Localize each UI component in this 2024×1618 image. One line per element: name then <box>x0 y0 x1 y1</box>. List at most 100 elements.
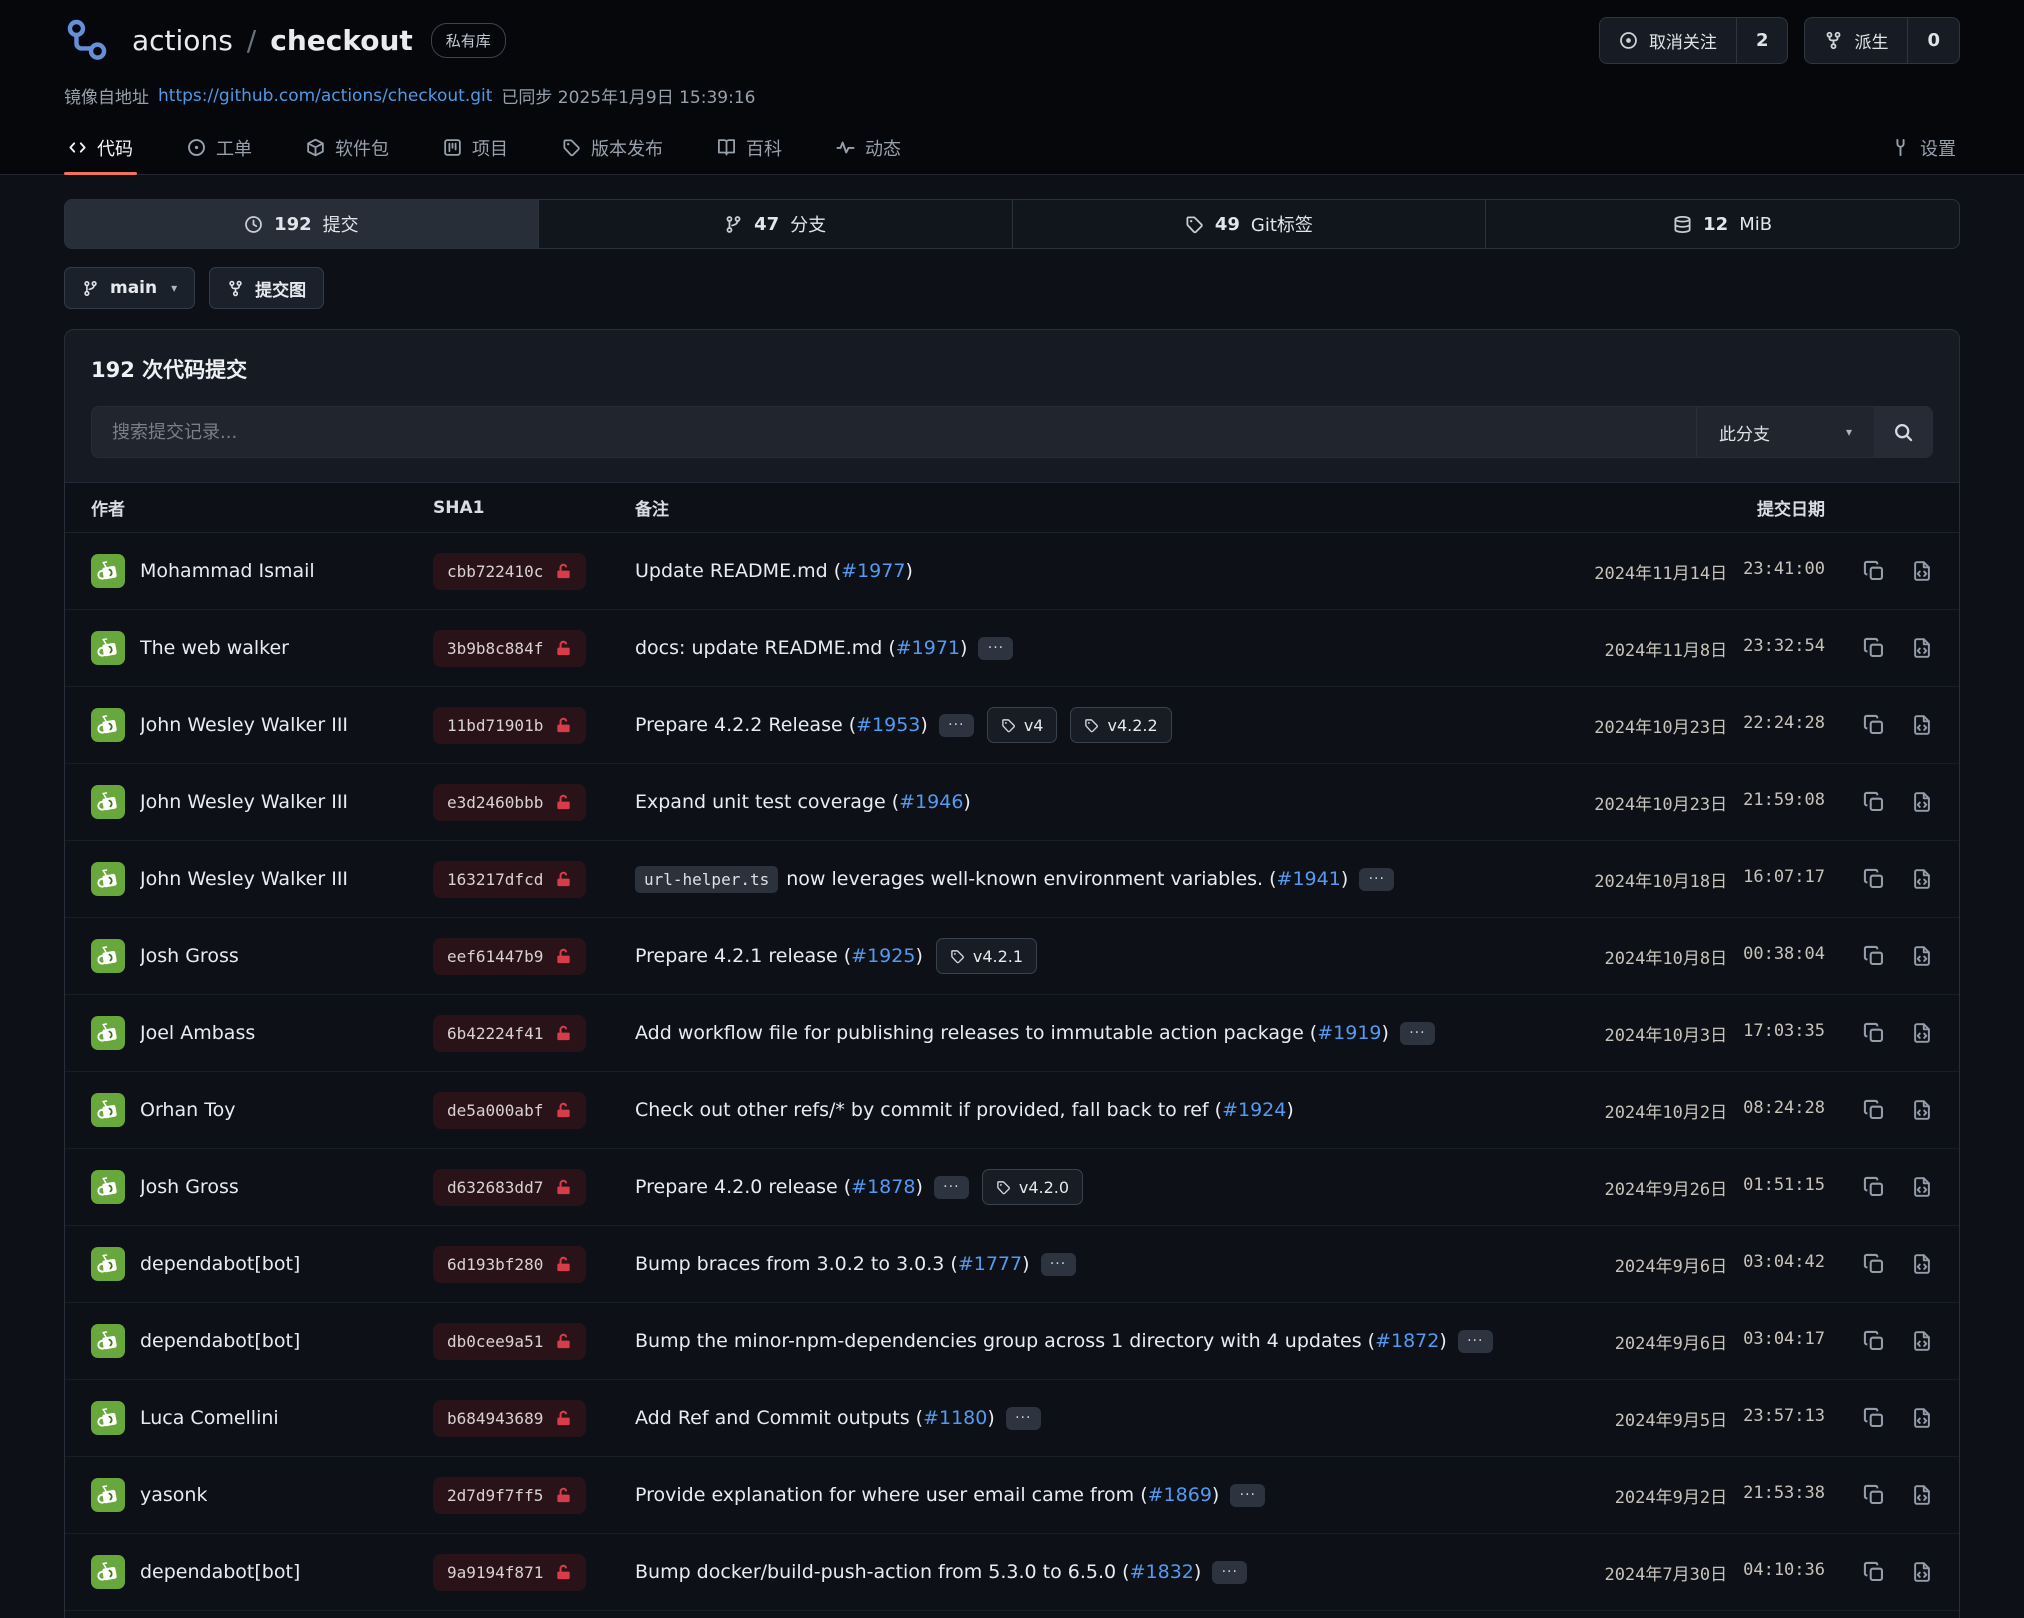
commit-message-tail[interactable]: ) <box>1286 1099 1293 1121</box>
copy-sha-button[interactable] <box>1863 1330 1885 1352</box>
unwatch-button[interactable]: 取消关注 2 <box>1599 17 1789 64</box>
tab-wiki[interactable]: 百科 <box>713 121 786 174</box>
commit-message-tail[interactable]: ) <box>960 637 967 659</box>
tag-chip[interactable]: v4.2.2 <box>1070 707 1171 743</box>
tab-code[interactable]: 代码 <box>64 121 137 174</box>
commit-message-link[interactable]: docs: update README.md ( <box>635 637 896 659</box>
commit-sha-badge[interactable]: eef61447b9 <box>433 938 586 975</box>
tab-packages[interactable]: 软件包 <box>302 121 393 174</box>
tag-chip[interactable]: v4.2.0 <box>982 1169 1083 1205</box>
fork-button[interactable]: 派生 0 <box>1804 17 1960 64</box>
copy-sha-button[interactable] <box>1863 714 1885 736</box>
tab-releases[interactable]: 版本发布 <box>558 121 667 174</box>
avatar[interactable] <box>91 1401 125 1435</box>
author-link[interactable]: John Wesley Walker III <box>140 714 348 736</box>
commit-message-tail[interactable]: ) <box>920 714 927 736</box>
view-file-at-commit-button[interactable] <box>1911 1407 1933 1429</box>
commit-message-tail[interactable]: ) <box>1439 1330 1446 1352</box>
commit-message-tail[interactable]: ) <box>1022 1253 1029 1275</box>
stat-Git标签[interactable]: 49 Git标签 <box>1012 200 1486 248</box>
issue-link[interactable]: #1872 <box>1375 1330 1439 1352</box>
tab-settings[interactable]: 设置 <box>1887 121 1960 174</box>
view-file-at-commit-button[interactable] <box>1911 791 1933 813</box>
view-file-at-commit-button[interactable] <box>1911 1099 1933 1121</box>
commit-message-tail[interactable]: ) <box>987 1407 994 1429</box>
commit-sha-badge[interactable]: 9a9194f871 <box>433 1554 586 1591</box>
tab-issues[interactable]: 工单 <box>183 121 256 174</box>
watchers-count[interactable]: 2 <box>1736 18 1788 63</box>
commit-message-tail[interactable]: ) <box>915 945 922 967</box>
search-scope-select[interactable]: 此分支 ▾ <box>1696 407 1874 457</box>
copy-sha-button[interactable] <box>1863 1022 1885 1044</box>
expand-commit-button[interactable]: ··· <box>1212 1561 1247 1584</box>
forks-count[interactable]: 0 <box>1907 18 1959 63</box>
copy-sha-button[interactable] <box>1863 637 1885 659</box>
avatar[interactable] <box>91 631 125 665</box>
issue-link[interactable]: #1946 <box>899 791 963 813</box>
copy-sha-button[interactable] <box>1863 1099 1885 1121</box>
commit-search-input[interactable] <box>92 407 1696 457</box>
commit-message-link[interactable]: Prepare 4.2.2 Release ( <box>635 714 856 736</box>
author-link[interactable]: Mohammad Ismail <box>140 560 315 582</box>
avatar[interactable] <box>91 939 125 973</box>
expand-commit-button[interactable]: ··· <box>1400 1022 1435 1045</box>
commit-message-link[interactable]: Prepare 4.2.1 release ( <box>635 945 851 967</box>
commit-message-link[interactable]: Bump docker/build-push-action from 5.3.0… <box>635 1561 1130 1583</box>
view-file-at-commit-button[interactable] <box>1911 868 1933 890</box>
expand-commit-button[interactable]: ··· <box>1458 1330 1493 1353</box>
commit-message-tail[interactable]: ) <box>1382 1022 1389 1044</box>
author-link[interactable]: The web walker <box>140 637 289 659</box>
issue-link[interactable]: #1919 <box>1317 1022 1381 1044</box>
view-file-at-commit-button[interactable] <box>1911 637 1933 659</box>
tag-chip[interactable]: v4.2.1 <box>936 938 1037 974</box>
avatar[interactable] <box>91 785 125 819</box>
expand-commit-button[interactable]: ··· <box>1230 1484 1265 1507</box>
issue-link[interactable]: #1832 <box>1130 1561 1194 1583</box>
avatar[interactable] <box>91 1093 125 1127</box>
author-link[interactable]: Orhan Toy <box>140 1099 235 1121</box>
expand-commit-button[interactable]: ··· <box>934 1176 969 1199</box>
commit-sha-badge[interactable]: db0cee9a51 <box>433 1323 586 1360</box>
view-file-at-commit-button[interactable] <box>1911 714 1933 736</box>
branch-selector[interactable]: main ▾ <box>64 267 195 309</box>
copy-sha-button[interactable] <box>1863 868 1885 890</box>
author-link[interactable]: dependabot[bot] <box>140 1561 300 1583</box>
stat-MiB[interactable]: 12 MiB <box>1485 200 1959 248</box>
commit-sha-badge[interactable]: 163217dfcd <box>433 861 586 898</box>
issue-link[interactable]: #1869 <box>1148 1484 1212 1506</box>
commit-sha-badge[interactable]: 2d7d9f7ff5 <box>433 1477 586 1514</box>
commit-message-tail[interactable]: ) <box>1341 868 1348 890</box>
issue-link[interactable]: #1977 <box>841 560 905 582</box>
view-file-at-commit-button[interactable] <box>1911 945 1933 967</box>
issue-link[interactable]: #1925 <box>851 945 915 967</box>
commit-graph-button[interactable]: 提交图 <box>209 267 324 309</box>
avatar[interactable] <box>91 554 125 588</box>
view-file-at-commit-button[interactable] <box>1911 1176 1933 1198</box>
issue-link[interactable]: #1777 <box>958 1253 1022 1275</box>
commit-message-tail[interactable]: ) <box>963 791 970 813</box>
commit-message-tail[interactable]: ) <box>905 560 912 582</box>
issue-link[interactable]: #1971 <box>896 637 960 659</box>
avatar[interactable] <box>91 862 125 896</box>
copy-sha-button[interactable] <box>1863 560 1885 582</box>
author-link[interactable]: dependabot[bot] <box>140 1330 300 1352</box>
commit-message-tail[interactable]: ) <box>1194 1561 1201 1583</box>
avatar[interactable] <box>91 1555 125 1589</box>
issue-link[interactable]: #1878 <box>851 1176 915 1198</box>
commit-message-link[interactable]: Prepare 4.2.0 release ( <box>635 1176 851 1198</box>
copy-sha-button[interactable] <box>1863 1176 1885 1198</box>
copy-sha-button[interactable] <box>1863 1407 1885 1429</box>
view-file-at-commit-button[interactable] <box>1911 1253 1933 1275</box>
expand-commit-button[interactable]: ··· <box>939 714 974 737</box>
view-file-at-commit-button[interactable] <box>1911 1330 1933 1352</box>
commit-message-link[interactable]: Bump braces from 3.0.2 to 3.0.3 ( <box>635 1253 958 1275</box>
author-link[interactable]: dependabot[bot] <box>140 1253 300 1275</box>
commit-message-link[interactable]: Add Ref and Commit outputs ( <box>635 1407 923 1429</box>
author-link[interactable]: John Wesley Walker III <box>140 868 348 890</box>
repo-link[interactable]: checkout <box>270 24 413 57</box>
expand-commit-button[interactable]: ··· <box>1359 868 1394 891</box>
copy-sha-button[interactable] <box>1863 1561 1885 1583</box>
commit-message-link[interactable]: Add workflow file for publishing release… <box>635 1022 1317 1044</box>
author-link[interactable]: Josh Gross <box>140 1176 239 1198</box>
view-file-at-commit-button[interactable] <box>1911 1484 1933 1506</box>
